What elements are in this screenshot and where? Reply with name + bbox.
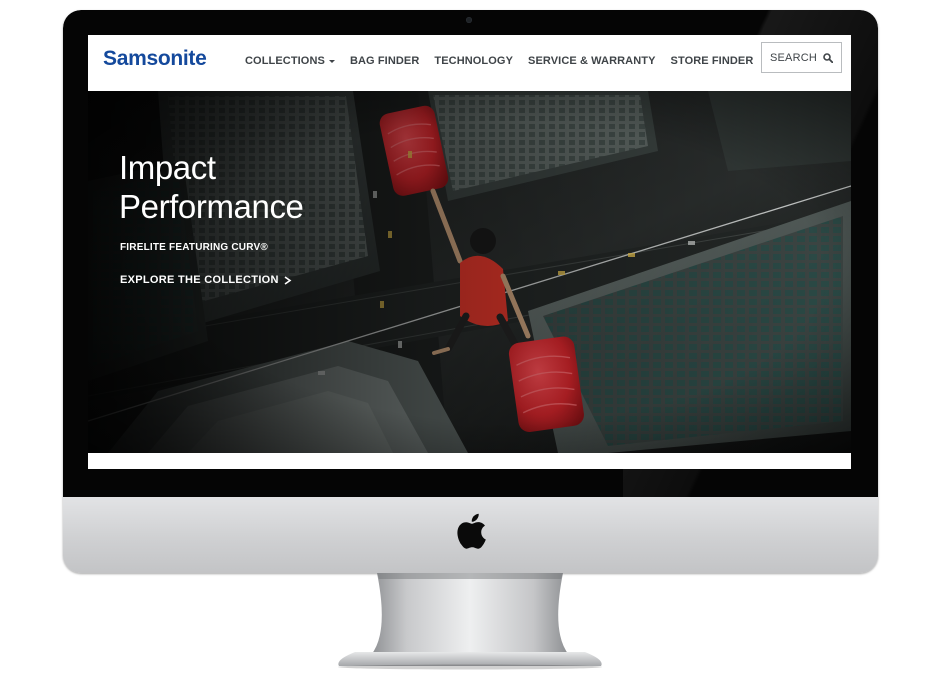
cta-label: EXPLORE THE COLLECTION: [120, 274, 279, 286]
magnifier-icon: [823, 52, 834, 63]
hero-title: Impact Performance: [119, 148, 359, 226]
content-strip: [88, 453, 851, 469]
monitor-stand: [371, 573, 569, 655]
hero-title-line1: Impact: [119, 149, 216, 186]
monitor-chin: [63, 497, 878, 573]
caret-down-icon: [328, 59, 335, 63]
nav-item-label: STORE FINDER: [670, 55, 754, 67]
nav-item-label: SERVICE & WARRANTY: [528, 55, 656, 67]
search-button[interactable]: SEARCH: [761, 42, 842, 73]
hero-title-line2: Performance: [119, 188, 304, 225]
nav-item-label: BAG FINDER: [349, 55, 420, 67]
nav-item-store-finder[interactable]: STORE FINDER: [671, 55, 754, 67]
site-header: Samsonite COLLECTIONS BAG FINDER TECHNOL…: [88, 35, 851, 91]
device-mockup: Samsonite COLLECTIONS BAG FINDER TECHNOL…: [0, 0, 939, 683]
apple-logo-icon: [457, 513, 486, 549]
website-screen: Samsonite COLLECTIONS BAG FINDER TECHNOL…: [88, 35, 851, 469]
search-label: SEARCH: [769, 51, 818, 64]
nav-item-service-warranty[interactable]: SERVICE & WARRANTY: [528, 55, 656, 67]
nav-item-bag-finder[interactable]: BAG FINDER: [350, 55, 419, 67]
nav-item-technology[interactable]: TECHNOLOGY: [434, 55, 513, 67]
samsonite-logo[interactable]: Samsonite: [103, 47, 207, 71]
logo-text: Samsonite: [103, 47, 207, 70]
chevron-right-icon: [284, 275, 292, 285]
hero-subtitle: FIRELITE FEATURING CURV®: [120, 242, 268, 253]
hero-banner: Impact Performance FIRELITE FEATURING CU…: [88, 91, 851, 453]
nav-item-collections[interactable]: COLLECTIONS: [245, 55, 335, 67]
hero-photo: [88, 91, 851, 453]
nav-item-label: COLLECTIONS: [245, 55, 325, 67]
nav-item-label: TECHNOLOGY: [434, 55, 514, 67]
camera-icon: [466, 17, 472, 23]
monitor-base: [338, 652, 602, 670]
main-nav: COLLECTIONS BAG FINDER TECHNOLOGY SERVIC…: [245, 53, 753, 69]
explore-collection-link[interactable]: EXPLORE THE COLLECTION: [120, 274, 292, 286]
